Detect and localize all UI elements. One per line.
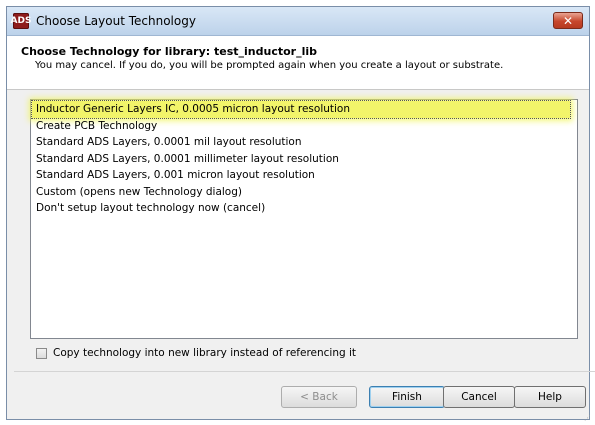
list-item[interactable]: Standard ADS Layers, 0.001 micron layout…	[32, 167, 576, 184]
finish-button[interactable]: Finish	[369, 386, 445, 408]
dialog-header: Choose Technology for library: test_indu…	[7, 36, 589, 90]
copy-technology-option[interactable]: Copy technology into new library instead…	[36, 347, 356, 359]
cancel-button[interactable]: Cancel	[443, 386, 515, 408]
close-button[interactable]: ✕	[553, 12, 583, 29]
footer-divider	[14, 371, 595, 372]
list-item[interactable]: Custom (opens new Technology dialog)	[32, 184, 576, 201]
list-item[interactable]: Standard ADS Layers, 0.0001 mil layout r…	[32, 134, 576, 151]
copy-technology-checkbox[interactable]	[36, 347, 47, 359]
copy-technology-label[interactable]: Copy technology into new library instead…	[53, 347, 356, 359]
window-title: Choose Layout Technology	[36, 14, 196, 28]
list-item[interactable]: Standard ADS Layers, 0.0001 millimeter l…	[32, 151, 576, 168]
close-icon: ✕	[562, 13, 574, 28]
resize-grip-icon[interactable]: ⋰	[584, 414, 592, 422]
technology-listbox[interactable]: Inductor Generic Layers IC, 0.0005 micro…	[30, 99, 578, 339]
header-subtitle: You may cancel. If you do, you will be p…	[35, 60, 504, 71]
title-bar[interactable]: ADS Choose Layout Technology ✕	[7, 7, 589, 36]
back-button[interactable]: < Back	[281, 386, 357, 408]
ads-app-icon: ADS	[11, 13, 31, 29]
help-button[interactable]: Help	[514, 386, 586, 408]
list-item[interactable]: Create PCB Technology	[32, 118, 576, 135]
list-item[interactable]: Inductor Generic Layers IC, 0.0005 micro…	[31, 100, 571, 119]
list-item[interactable]: Don't setup layout technology now (cance…	[32, 200, 576, 217]
header-title: Choose Technology for library: test_indu…	[21, 45, 317, 58]
